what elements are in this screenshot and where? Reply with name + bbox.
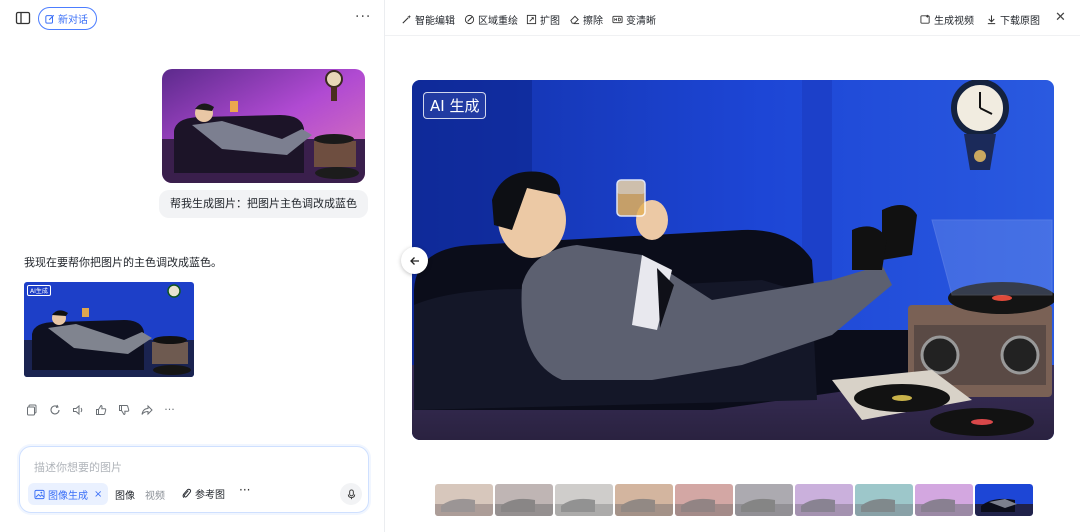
eraser-icon: [570, 15, 580, 25]
previous-image-button[interactable]: [401, 247, 428, 274]
image-preview-panel: 智能编辑 区域重绘 扩图 擦除 变清晰 生成视频 下载原图 ✕ AI 生成: [385, 0, 1080, 532]
microphone-icon: [347, 488, 355, 499]
thumbnail-1[interactable]: [435, 484, 493, 516]
ai-reply-text: 我现在要帮你把图片的主色调改成蓝色。: [24, 256, 222, 269]
download-icon: [987, 15, 996, 25]
segment-video[interactable]: 视频: [145, 487, 165, 502]
user-message-bubble: 帮我生成图片：把图片主色调改成蓝色: [159, 190, 368, 218]
expand-label: 扩图: [540, 16, 560, 27]
brush-icon: [464, 14, 475, 25]
expand-icon: [526, 14, 537, 25]
expand-image-button[interactable]: 扩图: [526, 12, 560, 27]
thumbnail-8[interactable]: [855, 484, 913, 516]
more-options-icon[interactable]: ···: [355, 9, 371, 25]
reference-image-button[interactable]: 参考图: [181, 486, 225, 501]
image-generation-label: 图像生成: [48, 490, 88, 502]
hd-icon: [612, 15, 623, 24]
ai-image-badge: AI生成: [27, 285, 51, 296]
image-generation-chip[interactable]: 图像生成 ×: [28, 483, 109, 505]
share-icon[interactable]: [140, 403, 153, 416]
chat-header: 新对话 ···: [5, 0, 385, 36]
smart-edit-button[interactable]: 智能编辑: [401, 12, 455, 27]
image-icon: [34, 489, 45, 499]
reference-image-label: 参考图: [195, 490, 225, 501]
app-window: 新对话 ··· 帮我生成图片：把图片主色调改成蓝色 我现在要帮你把图片的主色调改…: [0, 0, 1080, 532]
thumbnail-2[interactable]: [495, 484, 553, 516]
erase-label: 擦除: [583, 16, 603, 27]
speaker-icon[interactable]: [71, 403, 84, 416]
user-uploaded-image[interactable]: [162, 69, 365, 183]
copy-icon[interactable]: [25, 403, 38, 416]
thumbnail-5[interactable]: [675, 484, 733, 516]
thumbs-up-icon[interactable]: [94, 403, 107, 416]
media-type-toggle: 图像 视频: [115, 487, 165, 502]
thumbnail-strip: [435, 482, 1035, 518]
sharpen-label: 变清晰: [626, 16, 656, 27]
generate-video-button[interactable]: 生成视频: [920, 12, 974, 27]
chat-panel: 新对话 ··· 帮我生成图片：把图片主色调改成蓝色 我现在要帮你把图片的主色调改…: [5, 0, 385, 532]
video-icon: [920, 14, 930, 24]
more-actions-icon[interactable]: ···: [163, 403, 176, 416]
erase-button[interactable]: 擦除: [569, 12, 603, 27]
thumbnail-6[interactable]: [735, 484, 793, 516]
download-original-button[interactable]: 下载原图: [986, 12, 1040, 27]
prompt-input[interactable]: 描述你想要的图片: [34, 459, 122, 475]
new-chat-button[interactable]: 新对话: [38, 7, 97, 30]
image-toolbar: 智能编辑 区域重绘 扩图 擦除 变清晰 生成视频 下载原图 ✕: [385, 0, 1080, 36]
smart-edit-label: 智能编辑: [415, 16, 455, 27]
thumbnail-3[interactable]: [555, 484, 613, 516]
prompt-composer: 描述你想要的图片 图像生成 × 图像 视频 参考图 ···: [19, 446, 369, 513]
segment-image[interactable]: 图像: [115, 487, 135, 502]
generate-video-label: 生成视频: [934, 16, 974, 27]
sharpen-button[interactable]: 变清晰: [612, 12, 656, 27]
chip-close-icon[interactable]: ×: [94, 489, 102, 500]
ai-generated-image[interactable]: AI生成: [24, 282, 194, 377]
microphone-button[interactable]: [340, 483, 362, 505]
thumbnail-9[interactable]: [915, 484, 973, 516]
edit-icon: [45, 14, 55, 24]
new-chat-label: 新对话: [58, 15, 88, 26]
thumbnail-7[interactable]: [795, 484, 853, 516]
regenerate-icon[interactable]: [48, 403, 61, 416]
download-original-label: 下载原图: [1000, 16, 1040, 27]
thumbs-down-icon[interactable]: [117, 403, 130, 416]
composer-more-icon[interactable]: ···: [239, 483, 250, 497]
magic-wand-icon: [402, 14, 412, 24]
paperclip-icon: [182, 488, 192, 498]
thumbnail-10-selected[interactable]: [973, 482, 1035, 518]
area-redraw-button[interactable]: 区域重绘: [464, 12, 518, 27]
sidebar-toggle-icon[interactable]: [15, 10, 31, 26]
ai-generated-badge: AI 生成: [423, 92, 487, 119]
area-redraw-label: 区域重绘: [478, 16, 518, 27]
close-icon[interactable]: ✕: [1055, 10, 1066, 25]
arrow-left-icon: [409, 256, 419, 265]
thumbnail-4[interactable]: [615, 484, 673, 516]
main-image-preview[interactable]: AI 生成: [412, 80, 1054, 440]
message-actions: ···: [25, 403, 176, 416]
